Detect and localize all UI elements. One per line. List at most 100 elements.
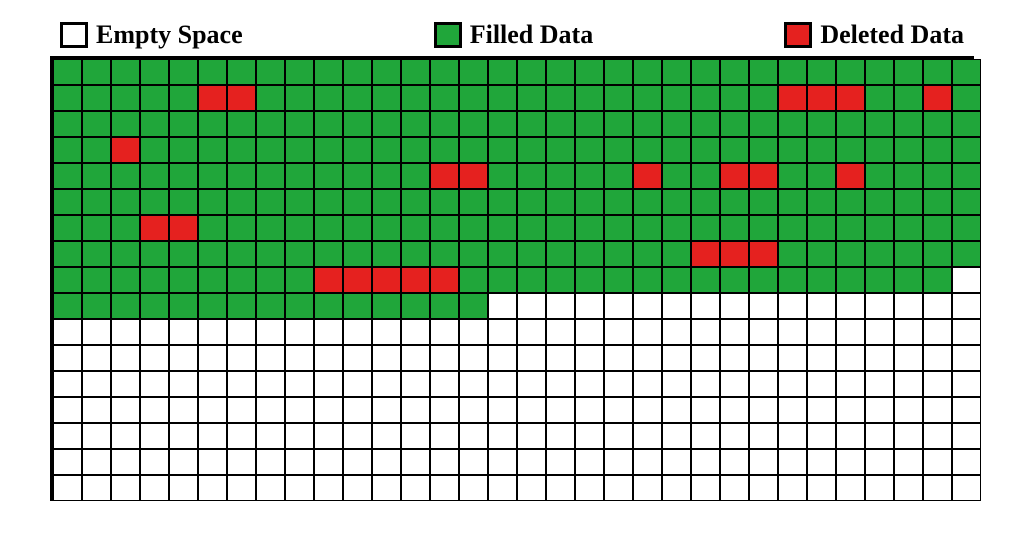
- cell-filled: [894, 267, 923, 293]
- cell-empty: [488, 293, 517, 319]
- cell-empty: [430, 423, 459, 449]
- cell-empty: [633, 423, 662, 449]
- cell-filled: [53, 267, 82, 293]
- cell-filled: [372, 241, 401, 267]
- cell-empty: [894, 449, 923, 475]
- cell-empty: [952, 293, 981, 319]
- cell-empty: [865, 371, 894, 397]
- cell-empty: [836, 345, 865, 371]
- cell-empty: [459, 449, 488, 475]
- cell-filled: [836, 137, 865, 163]
- cell-filled: [285, 293, 314, 319]
- cell-filled: [372, 137, 401, 163]
- cell-filled: [343, 189, 372, 215]
- cell-filled: [517, 267, 546, 293]
- cell-empty: [430, 319, 459, 345]
- cell-empty: [198, 371, 227, 397]
- cell-filled: [343, 59, 372, 85]
- cell-empty: [836, 449, 865, 475]
- cell-empty: [807, 397, 836, 423]
- cell-empty: [662, 449, 691, 475]
- cell-filled: [691, 215, 720, 241]
- cell-empty: [285, 449, 314, 475]
- cell-filled: [575, 189, 604, 215]
- cell-empty: [140, 423, 169, 449]
- cell-filled: [459, 215, 488, 241]
- cell-empty: [546, 371, 575, 397]
- cell-filled: [517, 215, 546, 241]
- cell-empty: [82, 449, 111, 475]
- cell-filled: [82, 267, 111, 293]
- cell-filled: [575, 215, 604, 241]
- cell-filled: [111, 293, 140, 319]
- cell-empty: [894, 345, 923, 371]
- cell-empty: [517, 293, 546, 319]
- cell-empty: [314, 423, 343, 449]
- cell-filled: [836, 267, 865, 293]
- legend-item-deleted: Deleted Data: [784, 20, 964, 50]
- cell-filled: [285, 189, 314, 215]
- cell-filled: [546, 267, 575, 293]
- cell-deleted: [923, 85, 952, 111]
- cell-filled: [778, 137, 807, 163]
- legend-item-filled: Filled Data: [434, 20, 594, 50]
- cell-empty: [546, 345, 575, 371]
- cell-empty: [343, 475, 372, 501]
- cell-filled: [198, 189, 227, 215]
- cell-filled: [662, 215, 691, 241]
- cell-empty: [198, 475, 227, 501]
- cell-empty: [488, 319, 517, 345]
- cell-empty: [807, 319, 836, 345]
- cell-filled: [604, 189, 633, 215]
- cell-empty: [517, 449, 546, 475]
- cell-empty: [343, 449, 372, 475]
- cell-filled: [401, 293, 430, 319]
- cell-empty: [459, 397, 488, 423]
- cell-empty: [749, 345, 778, 371]
- cell-empty: [517, 319, 546, 345]
- cell-filled: [227, 267, 256, 293]
- cell-empty: [488, 449, 517, 475]
- cell-empty: [836, 371, 865, 397]
- cell-empty: [778, 397, 807, 423]
- cell-filled: [314, 293, 343, 319]
- cell-filled: [575, 267, 604, 293]
- cell-filled: [285, 215, 314, 241]
- cell-empty: [256, 475, 285, 501]
- cell-empty: [691, 475, 720, 501]
- cell-empty: [604, 423, 633, 449]
- cell-filled: [778, 59, 807, 85]
- cell-empty: [111, 423, 140, 449]
- cell-empty: [720, 397, 749, 423]
- cell-deleted: [430, 163, 459, 189]
- cell-filled: [343, 293, 372, 319]
- cell-empty: [314, 449, 343, 475]
- cell-empty: [111, 397, 140, 423]
- cell-empty: [517, 475, 546, 501]
- cell-empty: [198, 423, 227, 449]
- cell-empty: [778, 371, 807, 397]
- cell-empty: [169, 423, 198, 449]
- cell-filled: [662, 163, 691, 189]
- cell-filled: [517, 241, 546, 267]
- cell-filled: [488, 215, 517, 241]
- cell-filled: [865, 111, 894, 137]
- cell-empty: [430, 345, 459, 371]
- cell-filled: [256, 241, 285, 267]
- cell-filled: [546, 215, 575, 241]
- legend-swatch-empty: [60, 22, 88, 48]
- cell-filled: [923, 189, 952, 215]
- cell-empty: [169, 475, 198, 501]
- cell-empty: [691, 397, 720, 423]
- cell-empty: [865, 449, 894, 475]
- cell-filled: [749, 267, 778, 293]
- cell-filled: [140, 59, 169, 85]
- cell-filled: [198, 267, 227, 293]
- cell-empty: [285, 319, 314, 345]
- cell-filled: [140, 137, 169, 163]
- cell-empty: [343, 345, 372, 371]
- cell-empty: [430, 475, 459, 501]
- cell-filled: [169, 111, 198, 137]
- cell-filled: [778, 241, 807, 267]
- cell-filled: [633, 59, 662, 85]
